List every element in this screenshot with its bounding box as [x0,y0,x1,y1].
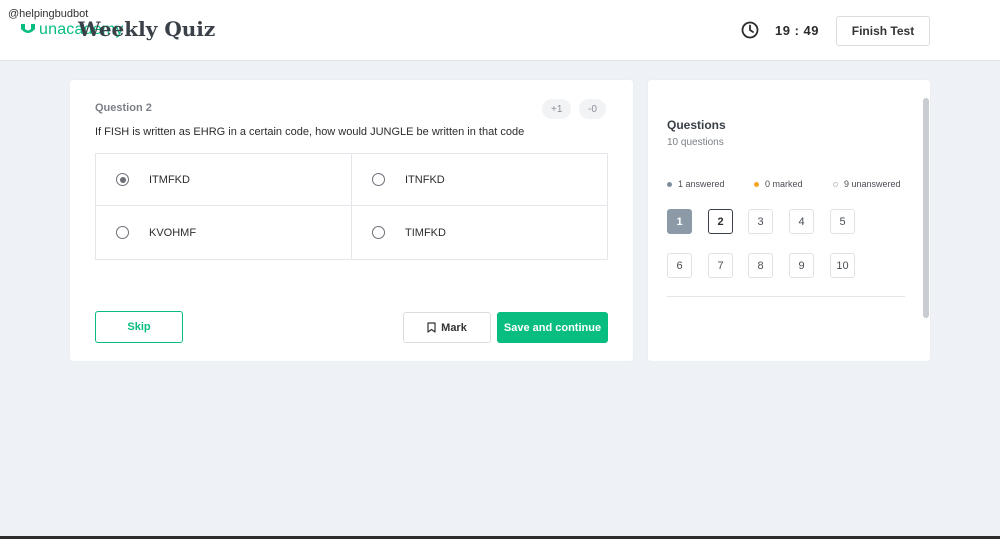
mark-label: Mark [441,321,467,334]
radio-icon[interactable] [116,226,129,239]
legend-unanswered: 9 unanswered [833,179,901,189]
palette-scrollbar[interactable] [923,98,929,318]
option-label: ITNFKD [405,173,445,186]
answered-dot-icon [667,181,672,187]
question-button-3[interactable]: 3 [748,209,773,234]
palette-divider [667,296,905,297]
radio-icon[interactable] [372,226,385,239]
option-label: TIMFKD [405,226,446,239]
legend-answered: 1 answered [667,179,725,189]
legend-unanswered-label: 9 unanswered [844,179,901,189]
radio-icon[interactable] [372,173,385,186]
question-button-6[interactable]: 6 [667,253,692,278]
question-button-1[interactable]: 1 [667,209,692,234]
option-label: ITMFKD [149,173,190,186]
question-button-2[interactable]: 2 [708,209,733,234]
bookmark-icon [427,322,436,333]
save-and-continue-button[interactable]: Save and continue [497,312,608,343]
legend-marked: 0 marked [754,179,803,189]
palette-title: Questions [667,118,726,132]
question-button-9[interactable]: 9 [789,253,814,278]
question-button-5[interactable]: 5 [830,209,855,234]
legend-marked-label: 0 marked [765,179,803,189]
page-title: Weekly Quiz [78,17,216,41]
unanswered-dot-icon [833,181,838,187]
answer-options: ITMFKD ITNFKD KVOHMF TIMFKD [95,153,608,260]
question-button-8[interactable]: 8 [748,253,773,278]
mark-button[interactable]: Mark [403,312,491,343]
positive-marks-badge: +1 [542,99,572,119]
watermark-text: @helpingbudbot [8,8,89,20]
palette-subtitle: 10 questions [667,137,724,148]
option-d[interactable]: TIMFKD [352,206,607,259]
option-c[interactable]: KVOHMF [96,206,352,259]
marked-dot-icon [754,181,759,187]
clock-icon [741,21,759,39]
question-palette: Questions 10 questions 1 answered 0 mark… [648,80,930,361]
countdown-timer: 19 : 49 [741,21,819,39]
option-label: KVOHMF [149,226,197,239]
option-a[interactable]: ITMFKD [96,154,352,206]
question-number: Question 2 [95,102,152,114]
question-card: Question 2 +1 -0 If FISH is written as E… [70,80,633,361]
unacademy-logo-icon [21,24,35,33]
top-header: @helpingbudbot unacademy Weekly Quiz 19 … [0,0,1000,61]
skip-button[interactable]: Skip [95,311,183,343]
question-button-10[interactable]: 10 [830,253,855,278]
option-b[interactable]: ITNFKD [352,154,607,206]
legend-answered-label: 1 answered [678,179,725,189]
question-button-4[interactable]: 4 [789,209,814,234]
timer-value: 19 : 49 [775,22,819,38]
radio-selected-icon[interactable] [116,173,129,186]
negative-marks-badge: -0 [579,99,606,119]
question-button-7[interactable]: 7 [708,253,733,278]
finish-test-button[interactable]: Finish Test [836,16,930,46]
question-text: If FISH is written as EHRG in a certain … [95,126,525,138]
